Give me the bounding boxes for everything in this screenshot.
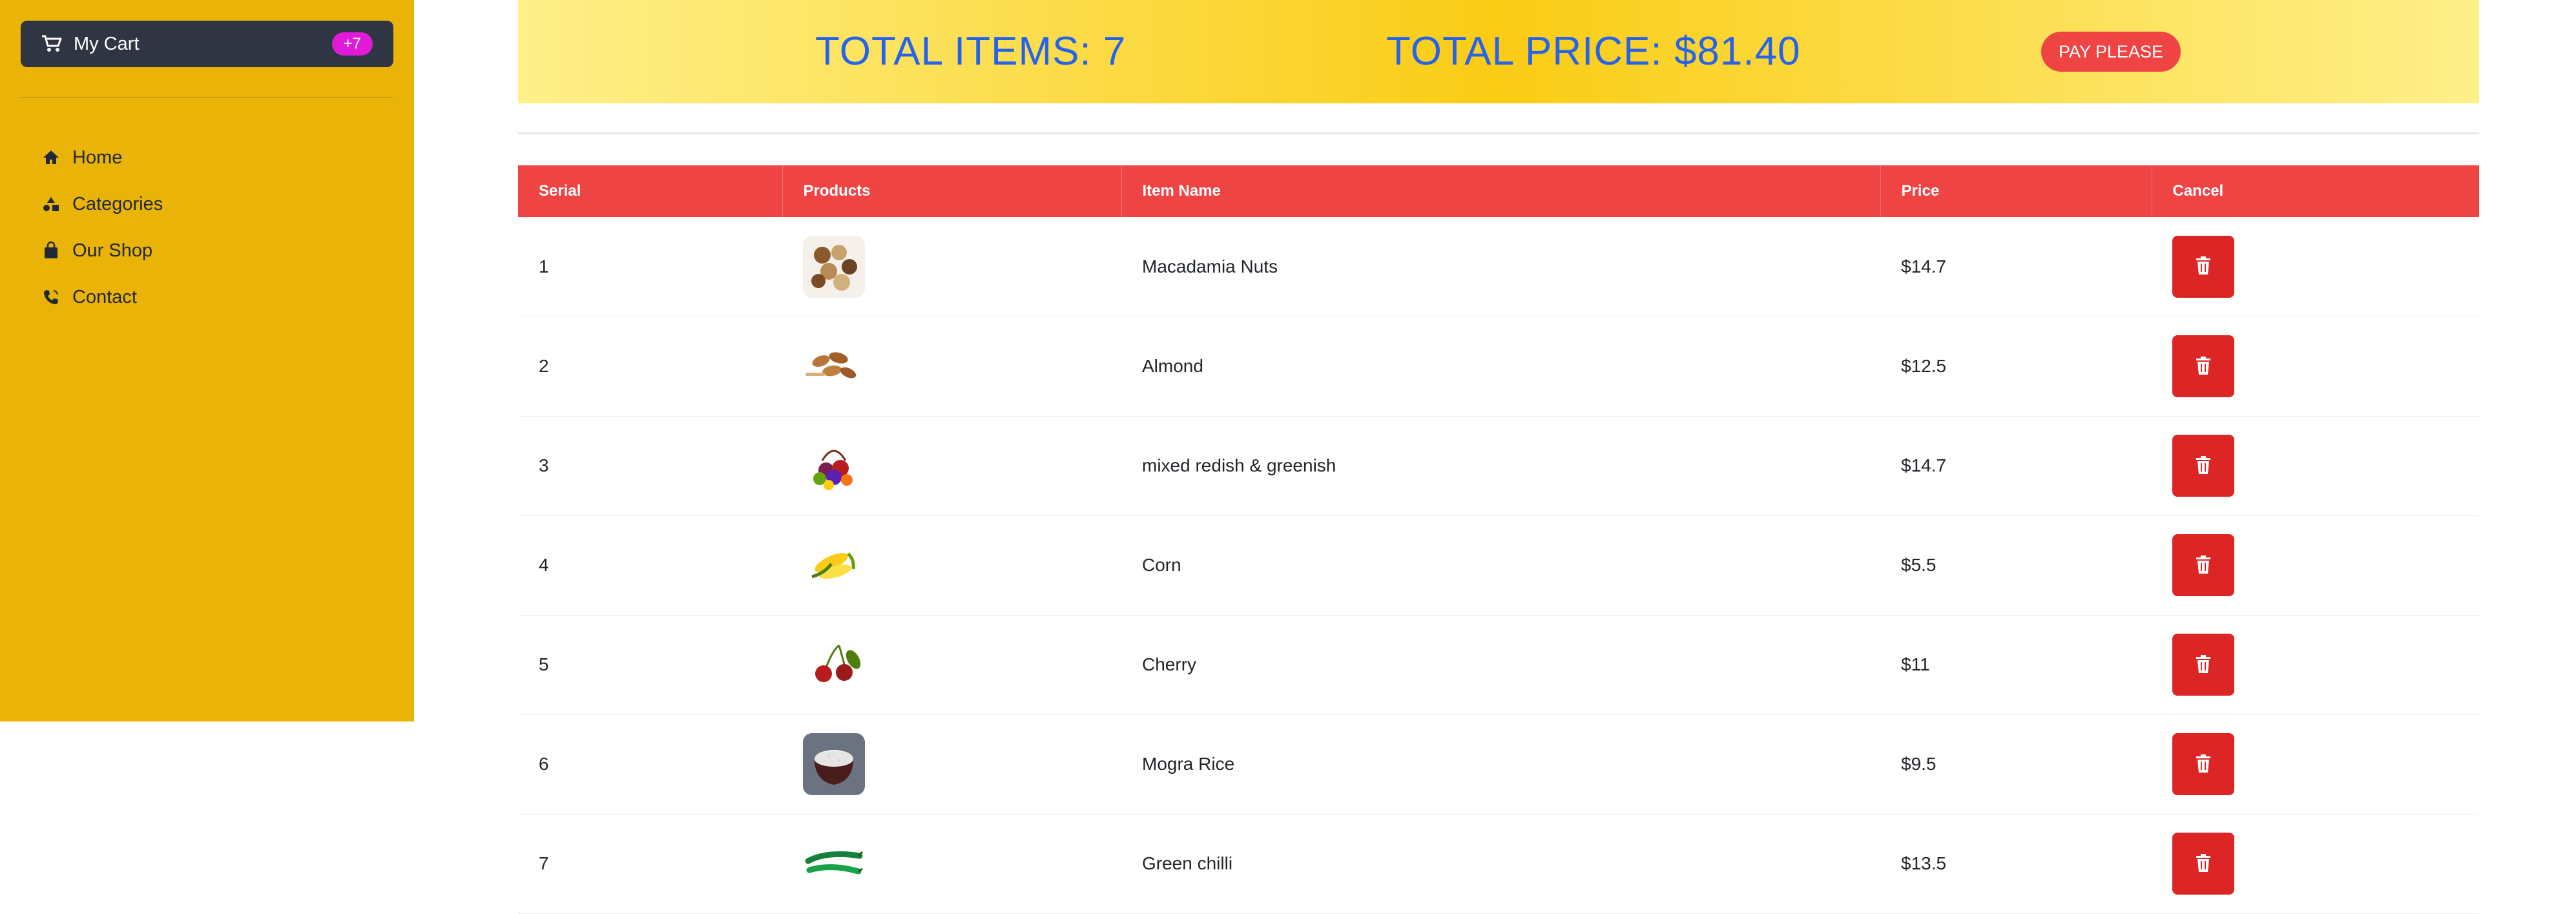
item-name-cell: mixed redish & greenish <box>1142 455 1336 475</box>
trash-icon <box>2194 654 2212 676</box>
delete-item-button[interactable] <box>2172 534 2234 596</box>
corn-image <box>803 534 865 596</box>
price-cell: $11 <box>1901 654 1930 674</box>
price-cell: $14.7 <box>1901 256 1947 276</box>
sidebar-item-our-shop[interactable]: Our Shop <box>41 227 163 274</box>
item-name-cell: Green chilli <box>1142 853 1233 873</box>
trash-icon <box>2194 853 2212 875</box>
delete-item-button[interactable] <box>2172 833 2234 895</box>
table-row: 7 Green chilli $13.5 <box>518 814 2479 913</box>
serial-cell: 3 <box>539 455 549 475</box>
phone-icon <box>41 287 61 307</box>
cart-table: Serial Products Item Name Price Cancel 1… <box>518 165 2479 914</box>
serial-cell: 7 <box>539 853 549 873</box>
price-cell: $14.7 <box>1901 455 1947 475</box>
serial-cell: 2 <box>539 356 549 376</box>
delete-item-button[interactable] <box>2172 335 2234 397</box>
total-items-text: TOTAL ITEMS: 7 <box>815 29 1127 74</box>
trash-icon <box>2194 256 2212 277</box>
sidebar-item-label: Home <box>72 147 123 168</box>
header-products: Products <box>782 165 1122 217</box>
my-cart-label: My Cart <box>74 33 140 54</box>
item-name-cell: Macadamia Nuts <box>1142 256 1278 276</box>
sidebar-item-home[interactable]: Home <box>41 134 163 181</box>
cherry-image <box>803 634 865 696</box>
sidebar-item-contact[interactable]: Contact <box>41 274 163 320</box>
delete-item-button[interactable] <box>2172 634 2234 696</box>
item-name-cell: Mogra Rice <box>1142 754 1235 774</box>
sidebar-item-label: Contact <box>72 286 137 307</box>
section-divider <box>518 132 2479 134</box>
categories-icon <box>41 194 61 214</box>
sidebar-item-categories[interactable]: Categories <box>41 181 163 227</box>
cart-icon <box>41 35 62 53</box>
header-serial: Serial <box>518 165 783 217</box>
trash-icon <box>2194 356 2212 377</box>
table-row: 5 Cherry $11 <box>518 615 2479 714</box>
rice-image <box>803 733 865 795</box>
price-cell: $5.5 <box>1901 555 1937 575</box>
shop-icon <box>41 241 61 260</box>
sidebar-item-label: Our Shop <box>72 240 153 261</box>
item-name-cell: Almond <box>1142 356 1203 376</box>
macadamia-nuts-image <box>803 235 865 298</box>
table-row: 1 Macadamia Nuts $14.7 <box>518 217 2479 317</box>
serial-cell: 5 <box>539 654 549 674</box>
delete-item-button[interactable] <box>2172 733 2234 795</box>
cart-count-badge: +7 <box>331 32 373 56</box>
serial-cell: 1 <box>539 256 549 276</box>
my-cart-button[interactable]: My Cart +7 <box>21 21 393 67</box>
header-item-name: Item Name <box>1121 165 1881 217</box>
price-cell: $13.5 <box>1901 853 1947 873</box>
serial-cell: 6 <box>539 754 549 774</box>
sidebar-nav: Home Categories Our Shop Contact <box>41 134 163 320</box>
green-chilli-image <box>803 833 865 895</box>
table-row: 6 Mogra Rice $9.5 <box>518 714 2479 814</box>
pay-button[interactable]: PAY PLEASE <box>2041 32 2181 72</box>
delete-item-button[interactable] <box>2172 435 2234 497</box>
item-name-cell: Corn <box>1142 555 1181 575</box>
cart-summary-banner: TOTAL ITEMS: 7 TOTAL PRICE: $81.40 PAY P… <box>518 0 2479 103</box>
table-row: 2 Almond $12.5 <box>518 317 2479 416</box>
total-price-text: TOTAL PRICE: $81.40 <box>1386 29 1801 74</box>
table-row: 4 Corn $5.5 <box>518 515 2479 615</box>
item-name-cell: Cherry <box>1142 654 1197 674</box>
header-price: Price <box>1880 165 2152 217</box>
price-cell: $9.5 <box>1901 754 1937 774</box>
serial-cell: 4 <box>539 555 549 575</box>
sidebar: My Cart +7 Home Categories Our Shop Cont… <box>0 0 414 722</box>
delete-item-button[interactable] <box>2172 235 2234 298</box>
almond-image <box>803 335 865 397</box>
price-cell: $12.5 <box>1901 356 1947 376</box>
trash-icon <box>2194 754 2212 775</box>
table-header-row: Serial Products Item Name Price Cancel <box>518 165 2479 217</box>
sidebar-item-label: Categories <box>72 193 163 214</box>
cart-table-container: Serial Products Item Name Price Cancel 1… <box>518 165 2479 914</box>
trash-icon <box>2194 455 2212 477</box>
trash-icon <box>2194 555 2212 576</box>
table-row: 3 mixed redish & greenish $14.7 <box>518 416 2479 515</box>
sidebar-divider <box>21 97 393 98</box>
home-icon <box>41 148 61 167</box>
header-cancel: Cancel <box>2172 182 2224 200</box>
mixed-vegetables-image <box>803 435 865 497</box>
